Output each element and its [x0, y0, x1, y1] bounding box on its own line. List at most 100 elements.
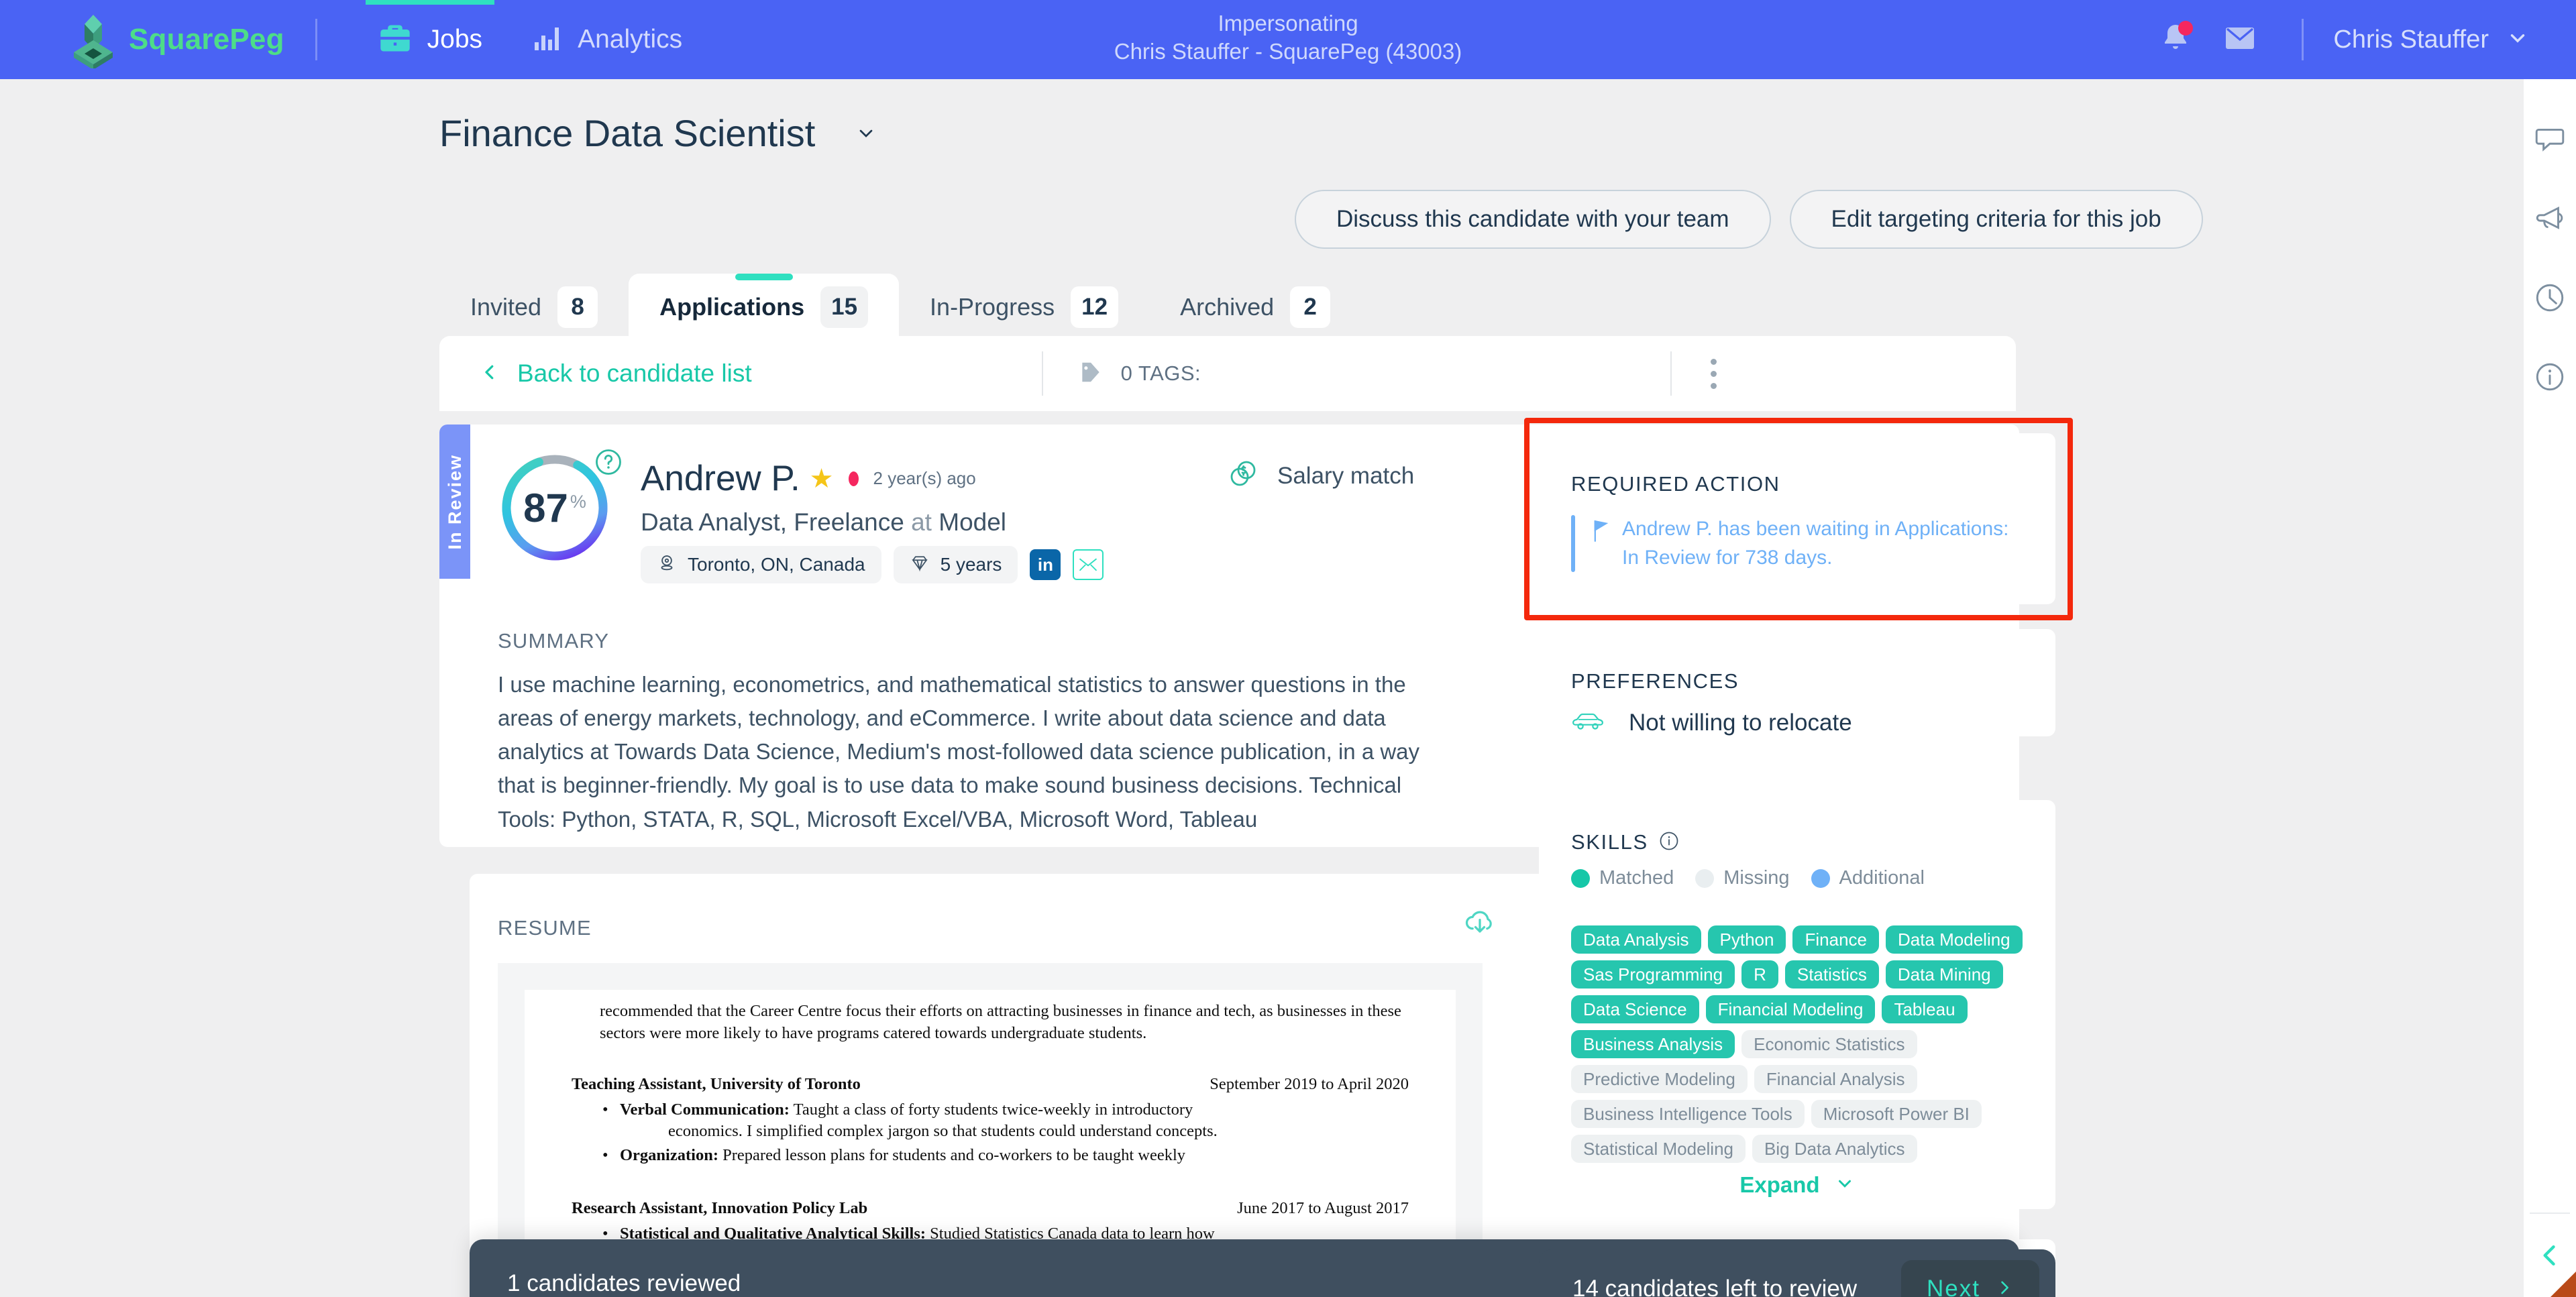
skill-chip[interactable]: Finance: [1792, 925, 1879, 954]
status-rail-label: In Review: [444, 453, 465, 550]
next-candidate-button[interactable]: Next: [1901, 1260, 2039, 1297]
skills-expand-button[interactable]: Expand: [1539, 1172, 2055, 1198]
skill-chip[interactable]: Data Science: [1571, 995, 1699, 1023]
collapse-rail-chevron-left-icon[interactable]: [2531, 1237, 2569, 1274]
candidate-company: Model: [938, 508, 1007, 536]
cloud-download-icon[interactable]: [1462, 905, 1497, 944]
job-selector-chevron-down-icon[interactable]: [855, 123, 877, 148]
skills-expand-label: Expand: [1739, 1172, 1820, 1197]
more-options-button[interactable]: [1711, 358, 1717, 389]
info-icon[interactable]: [2531, 358, 2569, 396]
candidate-location-chip: Toronto, ON, Canada: [641, 546, 881, 583]
resume-bullet-bold: Organization:: [620, 1145, 718, 1164]
megaphone-icon[interactable]: [2531, 200, 2569, 237]
skill-chip[interactable]: Business Analysis: [1571, 1030, 1735, 1058]
salary-icon: [1228, 458, 1260, 494]
tab-label: In-Progress: [930, 293, 1055, 321]
skill-chip[interactable]: R: [1741, 960, 1778, 989]
linkedin-icon[interactable]: in: [1030, 549, 1061, 580]
edit-targeting-criteria-button[interactable]: Edit targeting criteria for this job: [1789, 190, 2203, 249]
clock-icon[interactable]: [2531, 279, 2569, 317]
candidate-experience: 5 years: [940, 554, 1002, 575]
candidates-left-count: 14 candidates left to review: [1572, 1276, 1858, 1297]
tab-label: Invited: [470, 293, 542, 321]
resume-job-bullets: Verbal Communication: Taught a class of …: [602, 1099, 1409, 1167]
match-score-number: 87: [523, 485, 568, 530]
alert-accent-bar: [1571, 515, 1575, 573]
legend-label-matched: Matched: [1599, 867, 1674, 889]
salary-match-indicator: Salary match: [1228, 458, 1414, 494]
summary-section-label: SUMMARY: [498, 629, 610, 653]
tab-archived[interactable]: Archived 2: [1149, 274, 1361, 341]
score-help-icon[interactable]: [594, 448, 623, 480]
nav-item-analytics[interactable]: Analytics: [506, 0, 706, 79]
impersonating-label: Impersonating: [1218, 11, 1358, 36]
tab-in-progress[interactable]: In-Progress 12: [899, 274, 1149, 341]
resume-bullet-bold: Verbal Communication:: [620, 1100, 790, 1119]
right-utility-rail: [2524, 79, 2576, 1297]
tab-label: Applications: [659, 293, 805, 321]
skill-chip[interactable]: Business Intelligence Tools: [1571, 1100, 1805, 1128]
candidate-location: Toronto, ON, Canada: [688, 554, 865, 575]
tab-invited[interactable]: Invited 8: [439, 274, 629, 341]
required-action-alert[interactable]: Andrew P. has been waiting in Applicatio…: [1571, 515, 2014, 573]
notifications-button[interactable]: [2143, 7, 2208, 72]
user-menu-label[interactable]: Chris Stauffer: [2333, 25, 2489, 54]
chevron-down-icon[interactable]: [2506, 27, 2529, 53]
preferences-row: Not willing to relocate: [1571, 710, 1852, 736]
salary-match-label: Salary match: [1277, 462, 1415, 489]
candidate-experience-chip: 5 years: [893, 546, 1018, 583]
skill-chip[interactable]: Financial Analysis: [1754, 1065, 1917, 1093]
legend-label-missing: Missing: [1723, 867, 1790, 889]
topnav-right-group: Chris Stauffer: [2143, 7, 2529, 72]
nav-label-analytics: Analytics: [578, 25, 683, 54]
skills-title-row: SKILLS: [1571, 830, 1679, 854]
skill-chip[interactable]: Financial Modeling: [1705, 995, 1876, 1023]
unread-dot: [848, 471, 859, 486]
next-candidate-bar: 14 candidates left to review Next: [1539, 1249, 2055, 1297]
messages-button[interactable]: [2208, 7, 2272, 72]
discuss-candidate-button[interactable]: Discuss this candidate with your team: [1295, 190, 1771, 249]
resume-job-title: Teaching Assistant, University of Toront…: [572, 1075, 861, 1094]
skill-chip[interactable]: Data Analysis: [1571, 925, 1701, 954]
resume-job-header: Research Assistant, Innovation Policy La…: [572, 1198, 1409, 1220]
skill-chip[interactable]: Python: [1707, 925, 1786, 954]
resume-section-label: RESUME: [498, 916, 592, 940]
candidate-meta-chips: Toronto, ON, Canada 5 years in: [641, 546, 1104, 583]
candidates-reviewed-count: 1 candidates reviewed: [507, 1270, 741, 1296]
info-icon[interactable]: [1659, 831, 1679, 854]
tags-label: 0 TAGS:: [1120, 361, 1201, 385]
job-header-actions: Discuss this candidate with your team Ed…: [1295, 190, 2203, 249]
tab-count: 2: [1290, 286, 1331, 328]
kebab-dot: [1711, 358, 1717, 365]
back-link-label: Back to candidate list: [517, 359, 752, 387]
favorite-star-icon[interactable]: ★: [810, 463, 834, 494]
skill-chip[interactable]: Predictive Modeling: [1571, 1065, 1748, 1093]
next-label: Next: [1927, 1276, 1980, 1297]
tags-area[interactable]: 0 TAGS:: [1078, 359, 1201, 388]
back-to-candidate-list-link[interactable]: Back to candidate list: [480, 359, 752, 388]
skill-chip[interactable]: Data Modeling: [1885, 925, 2023, 954]
email-candidate-icon[interactable]: [1073, 549, 1104, 580]
chat-bubble-icon[interactable]: [2531, 121, 2569, 158]
subbar-divider: [1041, 351, 1043, 396]
skill-chip[interactable]: Microsoft Power BI: [1811, 1100, 1982, 1128]
skill-chip[interactable]: Statistical Modeling: [1571, 1135, 1746, 1163]
candidate-role-line: Data Analyst, Freelance at Model: [641, 508, 1006, 537]
skill-chip[interactable]: Big Data Analytics: [1752, 1135, 1917, 1163]
candidate-role-at: at: [911, 508, 932, 536]
tag-icon: [1078, 359, 1104, 388]
skill-chip[interactable]: Economic Statistics: [1741, 1030, 1917, 1058]
brand-logo[interactable]: SquarePeg: [64, 11, 284, 70]
nav-item-jobs[interactable]: Jobs: [354, 0, 506, 79]
tab-label: Archived: [1180, 293, 1275, 321]
location-pin-icon: [657, 553, 677, 577]
skill-chip[interactable]: Statistics: [1784, 960, 1879, 989]
skill-chip[interactable]: Tableau: [1882, 995, 1968, 1023]
tab-applications[interactable]: Applications 15: [629, 274, 900, 341]
chevron-right-icon: [1995, 1276, 2014, 1297]
skill-chip[interactable]: Data Mining: [1885, 960, 2003, 989]
resume-job-dates: September 2019 to April 2020: [1210, 1075, 1409, 1094]
skill-chip[interactable]: Sas Programming: [1571, 960, 1735, 989]
resume-job-title: Research Assistant, Innovation Policy La…: [572, 1199, 868, 1218]
